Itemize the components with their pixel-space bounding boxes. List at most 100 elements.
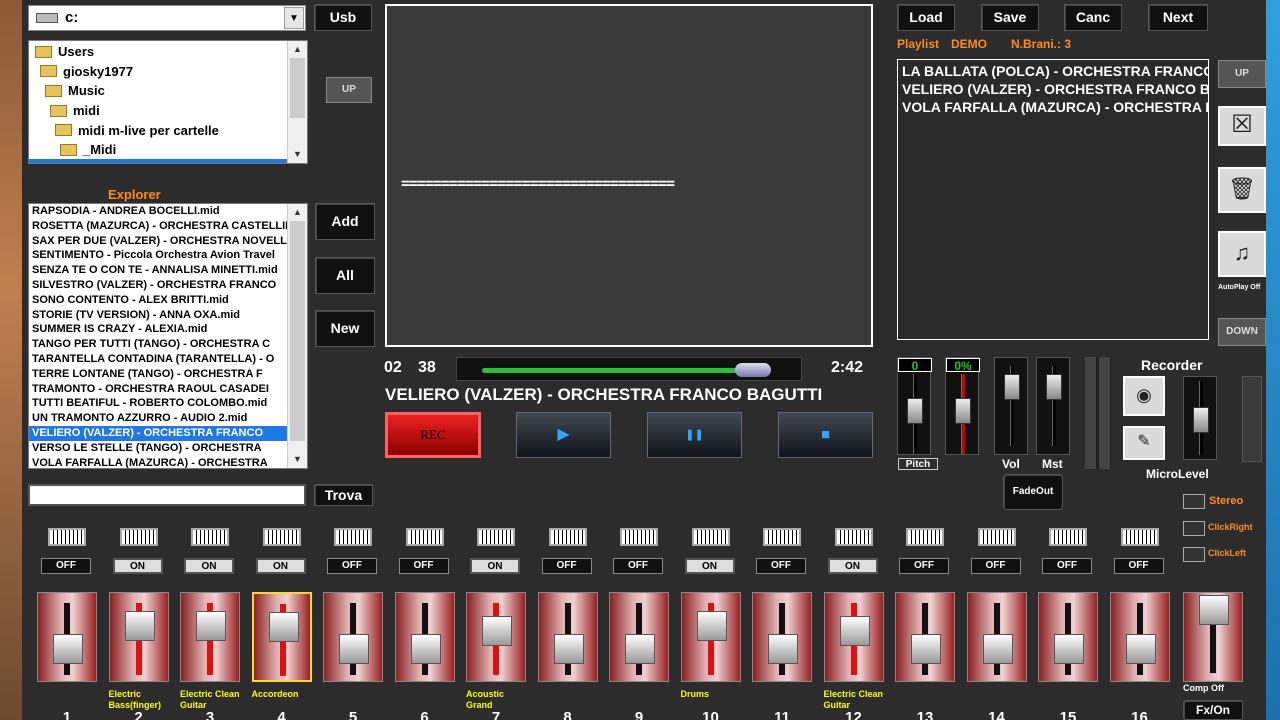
- play-button[interactable]: ▶: [516, 412, 611, 458]
- keyboard-icon[interactable]: [1120, 528, 1159, 546]
- stop-button[interactable]: ■: [778, 412, 873, 458]
- channel-fader[interactable]: [394, 592, 455, 682]
- all-button[interactable]: All: [315, 257, 375, 294]
- files-scrollbar[interactable]: ▲ ▼: [287, 204, 307, 468]
- scroll-up-icon[interactable]: ▲: [288, 41, 307, 58]
- scroll-down-icon[interactable]: ▼: [288, 146, 307, 163]
- file-item[interactable]: TARANTELLA CONTADINA (TARANTELLA) - O: [29, 352, 287, 367]
- file-item[interactable]: TERRE LONTANE (TANGO) - ORCHESTRA F: [29, 367, 287, 382]
- save-button[interactable]: Save: [981, 4, 1039, 31]
- channel-fader[interactable]: [1038, 592, 1098, 682]
- channel-toggle[interactable]: OFF: [970, 558, 1021, 574]
- file-list[interactable]: RAPSODIA - ANDREA BOCELLI.mid ROSETTA (MA…: [28, 203, 308, 469]
- channel-fader[interactable]: [823, 592, 884, 682]
- fader-cap[interactable]: [1125, 633, 1156, 664]
- channel-toggle[interactable]: ON: [184, 558, 234, 574]
- fader-cap[interactable]: [982, 633, 1013, 664]
- volume-knob[interactable]: [1004, 374, 1020, 400]
- keyboard-icon[interactable]: [405, 528, 444, 546]
- fadeout-button[interactable]: FadeOut: [1003, 474, 1063, 510]
- tempo-slider[interactable]: 0%: [945, 357, 980, 455]
- file-item[interactable]: SILVESTRO (VALZER) - ORCHESTRA FRANCO: [29, 278, 287, 293]
- fader-cap[interactable]: [768, 633, 798, 664]
- master-knob[interactable]: [1046, 374, 1062, 400]
- keyboard-icon[interactable]: [191, 528, 229, 546]
- fader-cap[interactable]: [482, 616, 512, 646]
- fader-cap[interactable]: [911, 633, 941, 664]
- fader-cap[interactable]: [53, 633, 83, 664]
- keyboard-icon[interactable]: [691, 528, 730, 546]
- pitch-knob[interactable]: [907, 398, 923, 424]
- fader-cap[interactable]: [124, 611, 155, 641]
- file-item[interactable]: SONO CONTENTO - ALEX BRITTI.mid: [29, 293, 287, 308]
- channel-fader[interactable]: [466, 592, 526, 682]
- channel-toggle[interactable]: OFF: [756, 558, 806, 574]
- channel-toggle[interactable]: OFF: [41, 558, 91, 574]
- progress-bar[interactable]: [456, 357, 802, 381]
- tree-item[interactable]: midi: [29, 101, 307, 121]
- tree-item[interactable]: Music: [29, 81, 307, 101]
- microlevel-knob[interactable]: [1193, 407, 1209, 433]
- channel-toggle[interactable]: ON: [684, 558, 735, 574]
- channel-fader[interactable]: [752, 592, 812, 682]
- fader-cap[interactable]: [196, 611, 226, 641]
- drive-select[interactable]: c: ▼: [28, 5, 306, 31]
- keyboard-icon[interactable]: [763, 528, 801, 546]
- channel-fader[interactable]: [323, 592, 383, 682]
- file-item[interactable]: TRAMONTO - ORCHESTRA RAOUL CASADEI: [29, 382, 287, 397]
- channel-toggle[interactable]: OFF: [1113, 558, 1164, 574]
- microlevel-slider[interactable]: [1183, 376, 1217, 460]
- playlist[interactable]: LA BALLATA (POLCA) - ORCHESTRA FRANCO VEL…: [897, 59, 1209, 340]
- keyboard-icon[interactable]: [548, 528, 587, 546]
- clickleft-checkbox[interactable]: [1183, 547, 1205, 562]
- fader-cap[interactable]: [553, 633, 584, 664]
- keyboard-icon[interactable]: [977, 528, 1016, 546]
- stereo-checkbox[interactable]: [1183, 494, 1205, 509]
- channel-fader[interactable]: [680, 592, 741, 682]
- pitch-label[interactable]: Pitch: [898, 458, 938, 470]
- fader-cap[interactable]: [839, 616, 870, 646]
- keyboard-icon[interactable]: [334, 528, 372, 546]
- usb-button[interactable]: Usb: [314, 4, 372, 31]
- channel-toggle[interactable]: OFF: [1042, 558, 1092, 574]
- load-button[interactable]: Load: [897, 4, 955, 31]
- channel-toggle[interactable]: ON: [470, 558, 520, 574]
- keyboard-icon[interactable]: [1049, 528, 1087, 546]
- file-item[interactable]: VERSO LE STELLE (TANGO) - ORCHESTRA: [29, 441, 287, 456]
- keyboard-icon[interactable]: [620, 528, 658, 546]
- file-item[interactable]: TUTTI BEATIFUL - ROBERTO COLOMBO.mid: [29, 396, 287, 411]
- keyboard-icon[interactable]: [906, 528, 944, 546]
- tempo-knob[interactable]: [955, 398, 971, 424]
- channel-fader[interactable]: [108, 592, 169, 682]
- progress-knob[interactable]: [734, 363, 771, 377]
- channel-fader[interactable]: [1109, 592, 1170, 682]
- channel-toggle[interactable]: OFF: [899, 558, 949, 574]
- channel-fader[interactable]: [37, 592, 97, 682]
- clickright-checkbox[interactable]: [1183, 521, 1205, 536]
- channel-fader[interactable]: [180, 592, 240, 682]
- fader-cap[interactable]: [410, 633, 441, 664]
- find-button[interactable]: Trova: [314, 484, 373, 506]
- pitch-slider[interactable]: 0: [897, 357, 932, 455]
- volume-slider[interactable]: [994, 357, 1028, 455]
- channel-toggle[interactable]: ON: [255, 558, 306, 574]
- fader-cap[interactable]: [268, 612, 299, 642]
- next-button[interactable]: Next: [1148, 4, 1208, 31]
- recorder-button[interactable]: ◉: [1123, 376, 1165, 416]
- rec-button[interactable]: REC: [385, 412, 481, 458]
- file-item[interactable]: UN TRAMONTO AZZURRO - AUDIO 2.mid: [29, 411, 287, 426]
- search-input[interactable]: [28, 484, 306, 506]
- channel-toggle[interactable]: OFF: [398, 558, 449, 574]
- mic-button[interactable]: ✎: [1123, 426, 1165, 460]
- channel-fader[interactable]: [966, 592, 1027, 682]
- chevron-down-icon[interactable]: ▼: [284, 7, 304, 29]
- channel-fader[interactable]: [609, 592, 669, 682]
- scroll-down-icon[interactable]: ▼: [288, 451, 307, 468]
- fader-cap[interactable]: [696, 611, 727, 641]
- cancel-button[interactable]: Canc: [1064, 4, 1122, 31]
- playlist-down-button[interactable]: DOWN: [1218, 318, 1266, 346]
- scroll-up-icon[interactable]: ▲: [288, 204, 307, 221]
- add-button[interactable]: Add: [315, 203, 375, 240]
- new-button[interactable]: New: [315, 310, 375, 347]
- folder-up-button[interactable]: UP: [326, 77, 372, 103]
